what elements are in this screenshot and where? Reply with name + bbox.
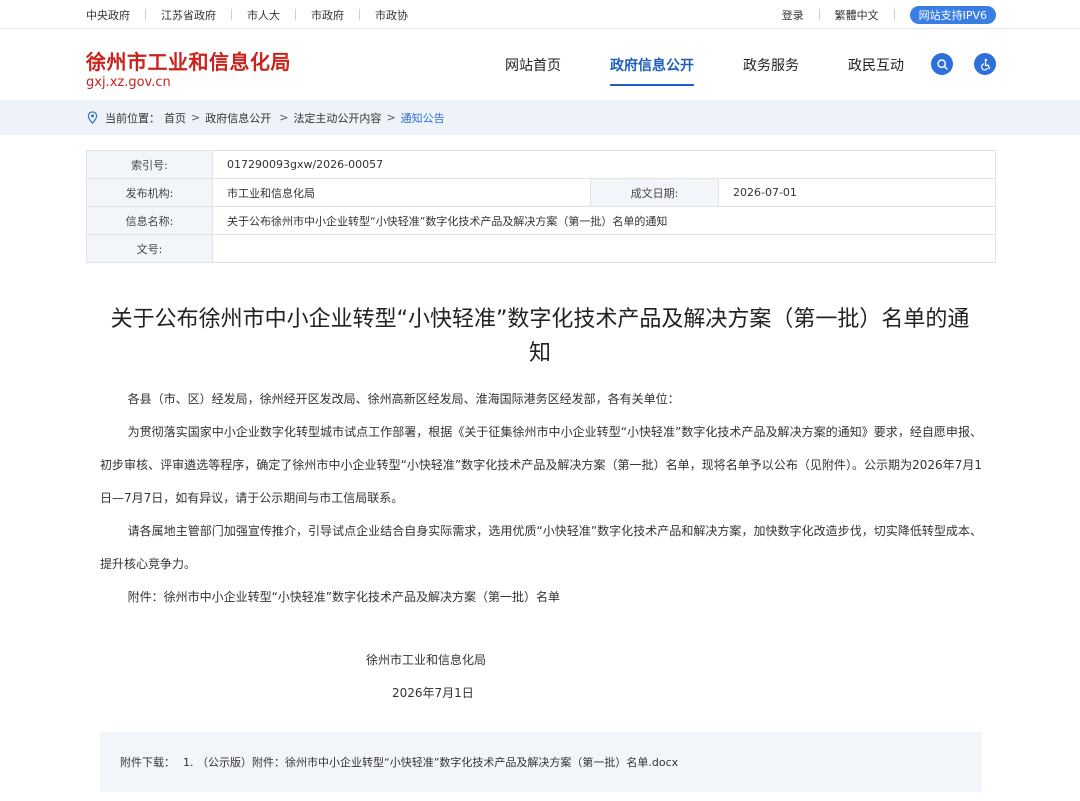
link-jiangsu-gov[interactable]: 江苏省政府 — [161, 7, 216, 23]
org-value: 市工业和信息化局 — [212, 178, 591, 207]
main-nav: 网站首页 政府信息公开 政务服务 政民互动 — [505, 29, 953, 100]
divider — [295, 9, 296, 20]
article-body: 各县（市、区）经发局，徐州经开区发改局、徐州高新区经发局、淮海国际港务区经发部，… — [100, 383, 982, 614]
article-paragraph: 附件：徐州市中小企业转型“小快轻准”数字化技术产品及解决方案（第一批）名单 — [127, 590, 561, 604]
divider — [818, 9, 820, 20]
user-tools: 登录 繁體中文 网站支持IPV6 — [782, 0, 996, 29]
attachment-label: 附件下载： — [120, 756, 175, 769]
nav-home[interactable]: 网站首页 — [505, 29, 561, 100]
divider — [893, 9, 895, 20]
index-label: 索引号: — [86, 150, 213, 179]
link-city-congress[interactable]: 市人大 — [247, 7, 280, 23]
nav-services[interactable]: 政务服务 — [743, 29, 799, 100]
article-paragraph: 各县（市、区）经发局，徐州经开区发改局、徐州高新区经发局、淮海国际港务区经发部，… — [127, 392, 680, 406]
nav-interaction[interactable]: 政民互动 — [848, 29, 904, 100]
article-paragraph: 请各属地主管部门加强宣传推介，引导试点企业结合自身实际需求，选用优质“小快轻准”… — [100, 524, 982, 571]
link-city-gov[interactable]: 市政府 — [311, 7, 344, 23]
doc-number-value — [212, 234, 996, 263]
document-info-table: 索引号: 017290093gxw/2026-00057 发布机构: 市工业和信… — [86, 150, 996, 263]
index-value: 017290093gxw/2026-00057 — [212, 150, 996, 179]
table-row: 文号: — [86, 234, 996, 263]
login-link[interactable]: 登录 — [782, 7, 804, 23]
breadcrumb-prefix: 当前位置： — [105, 111, 160, 125]
breadcrumb-notices[interactable]: 通知公告 — [401, 110, 445, 126]
table-row: 信息名称: 关于公布徐州市中小企业转型“小快轻准”数字化技术产品及解决方案（第一… — [86, 206, 996, 235]
table-row: 发布机构: 市工业和信息化局 成文日期: 2026-07-01 — [86, 178, 996, 207]
breadcrumb: 当前位置： 首页 > 政府信息公开 > 法定主动公开内容 > 通知公告 — [86, 100, 445, 135]
sign-date: 2026年7月1日 — [392, 686, 474, 700]
top-utility-bar: 中央政府 江苏省政府 市人大 市政府 市政协 登录 繁體中文 网站支持IPV6 — [0, 0, 1080, 29]
divider — [145, 9, 146, 20]
signature: 徐州市工业和信息化局 — [366, 653, 487, 667]
table-row: 索引号: 017290093gxw/2026-00057 — [86, 150, 996, 179]
divider — [359, 9, 360, 20]
breadcrumb-separator: > — [191, 111, 201, 124]
breadcrumb-statutory[interactable]: 法定主动公开内容 — [293, 110, 381, 126]
location-pin-icon — [87, 111, 98, 124]
breadcrumb-separator: > — [386, 111, 396, 124]
breadcrumb-separator: > — [279, 111, 289, 124]
link-central-gov[interactable]: 中央政府 — [86, 7, 130, 23]
traditional-chinese-link[interactable]: 繁體中文 — [835, 7, 879, 23]
site-header: 徐州市工业和信息化局 gxj.xz.gov.cn 网站首页 政府信息公开 政务服… — [0, 29, 1080, 100]
link-cppcc[interactable]: 市政协 — [375, 7, 408, 23]
accessibility-button[interactable] — [974, 53, 996, 75]
search-button[interactable] — [931, 53, 953, 75]
article-paragraph: 为贯彻落实国家中小企业数字化转型城市试点工作部署，根据《关于征集徐州市中小企业转… — [100, 425, 982, 505]
breadcrumb-gov-info[interactable]: 政府信息公开 — [205, 110, 271, 126]
article-title: 关于公布徐州市中小企业转型“小快轻准”数字化技术产品及解决方案（第一批）名单的通… — [110, 307, 970, 366]
name-value: 关于公布徐州市中小企业转型“小快轻准”数字化技术产品及解决方案（第一批）名单的通… — [212, 206, 996, 235]
divider — [231, 9, 232, 20]
name-label: 信息名称: — [86, 206, 213, 235]
ipv6-badge[interactable]: 网站支持IPV6 — [909, 5, 996, 24]
search-icon — [936, 58, 948, 70]
attachment-box: 附件下载： 1. （公示版）附件：徐州市中小企业转型“小快轻准”数字化技术产品及… — [100, 732, 982, 792]
breadcrumb-home[interactable]: 首页 — [164, 110, 186, 126]
site-domain: gxj.xz.gov.cn — [86, 75, 171, 90]
date-value: 2026-07-01 — [718, 178, 996, 207]
gov-links: 中央政府 江苏省政府 市人大 市政府 市政协 — [86, 0, 408, 29]
accessibility-icon — [980, 58, 990, 70]
attachment-download-link[interactable]: 1. （公示版）附件：徐州市中小企业转型“小快轻准”数字化技术产品及解决方案（第… — [183, 754, 678, 770]
site-title[interactable]: 徐州市工业和信息化局 — [86, 46, 291, 75]
date-label: 成文日期: — [590, 178, 719, 207]
breadcrumb-bar: 当前位置： 首页 > 政府信息公开 > 法定主动公开内容 > 通知公告 — [0, 100, 1080, 135]
doc-number-label: 文号: — [86, 234, 213, 263]
nav-gov-info[interactable]: 政府信息公开 — [610, 29, 694, 100]
org-label: 发布机构: — [86, 178, 213, 207]
